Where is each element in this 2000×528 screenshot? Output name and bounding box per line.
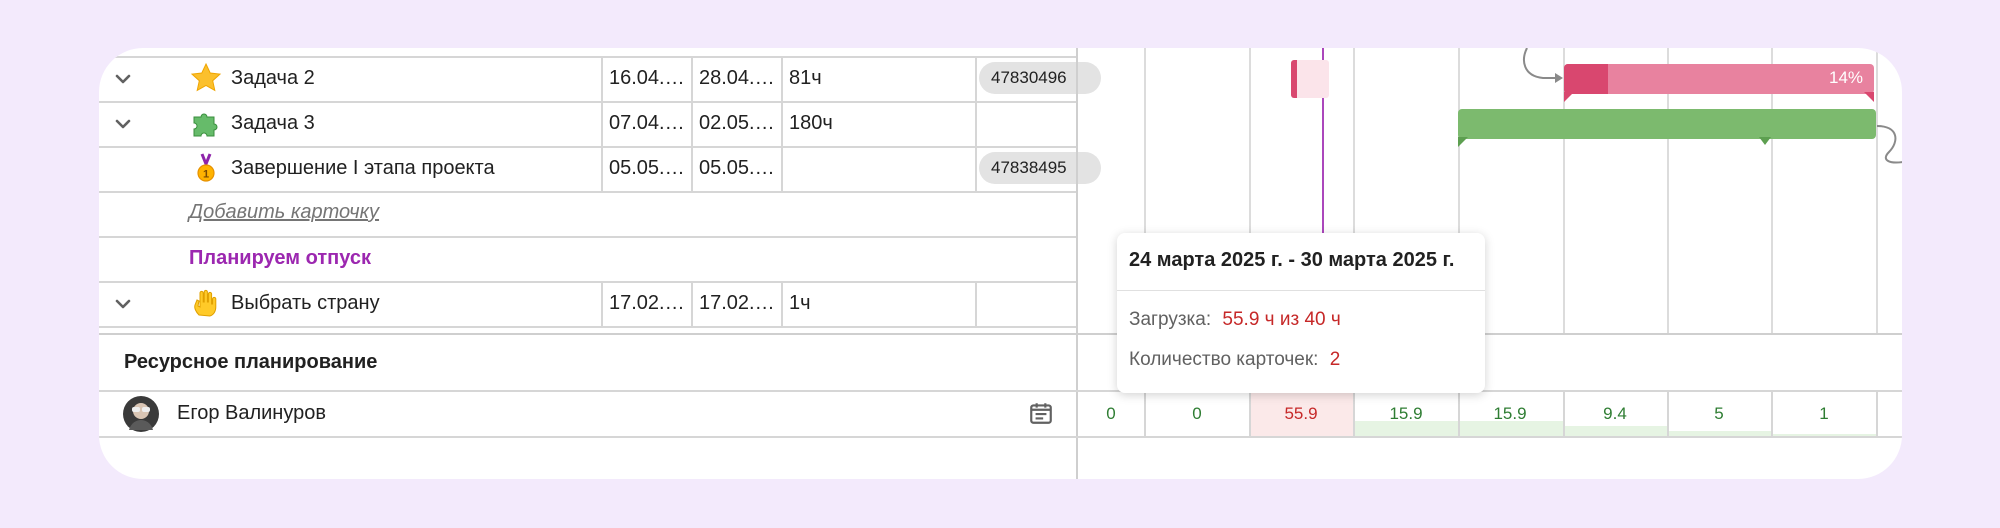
load-value[interactable]: 55.9 [1251,404,1351,424]
load-fill [1668,431,1771,436]
task-name[interactable]: Выбрать страну [231,292,380,315]
row-divider [99,146,1077,148]
load-value[interactable]: 5 [1669,404,1769,424]
puzzle-icon [193,113,218,137]
task-start-date[interactable]: 17.02.… [609,292,685,315]
gantt-bar-task3[interactable] [1458,109,1876,139]
bar-start-marker [1564,92,1574,102]
column-divider [601,281,603,328]
row-divider [99,191,1077,193]
gantt-bar-progress-label: 14% [1829,68,1864,87]
task-name[interactable]: Завершение I этапа проекта [231,157,495,180]
task-id-badge: 47830496 [979,62,1101,94]
load-value[interactable]: 15.9 [1356,404,1456,424]
row-divider [99,326,1077,328]
tooltip-load-line: Загрузка: 55.9 ч из 40 ч [1129,309,1341,331]
task-end-date[interactable]: 05.05.… [699,157,775,180]
task-start-date[interactable]: 07.04.… [609,112,685,135]
row-divider [99,236,1077,238]
tooltip-cards-label: Количество карточек: [1129,349,1319,370]
load-value[interactable]: 9.4 [1565,404,1665,424]
chevron-down-icon[interactable] [111,112,135,136]
tooltip-load-label: Загрузка: [1129,309,1212,330]
medal-icon: 1 [197,153,215,182]
add-card-link[interactable]: Добавить карточку [189,201,379,224]
task-id-badge: 47838495 [979,152,1101,184]
task-start-date[interactable]: 16.04.… [609,67,685,90]
task-end-date[interactable]: 02.05.… [699,112,775,135]
load-fill [1564,426,1667,436]
gantt-bar-task2-progress [1564,64,1608,94]
tooltip-cards-line: Количество карточек: 2 [1129,349,1340,371]
group-title[interactable]: Планируем отпуск [189,247,371,270]
tooltip-cards-value: 2 [1329,349,1341,370]
load-cell-divider [1771,392,1773,436]
resource-person-name[interactable]: Егор Валинуров [177,402,326,425]
load-fill [1772,434,1876,436]
load-cell-divider [1876,392,1878,436]
svg-text:1: 1 [203,169,209,181]
bar-marker [1759,137,1771,145]
load-value[interactable]: 1 [1774,404,1874,424]
column-divider [975,56,977,193]
column-divider [691,56,693,193]
tooltip-title: 24 марта 2025 г. - 30 марта 2025 г. [1129,249,1455,271]
avatar[interactable] [123,396,159,432]
chevron-down-icon[interactable] [111,292,135,316]
task-start-date[interactable]: 05.05.… [609,157,685,180]
gantt-grid-line [1876,48,1878,334]
load-cell-divider [1353,392,1355,436]
task-name[interactable]: Задача 2 [231,67,315,90]
bar-end-marker [1864,92,1874,102]
column-divider [781,281,783,328]
section-divider [99,333,1902,335]
column-divider [601,56,603,193]
row-divider [99,281,1077,283]
resource-planning-title: Ресурсное планирование [124,351,378,373]
tooltip-load-value: 55.9 ч из 40 ч [1222,309,1341,330]
task-name[interactable]: Задача 3 [231,112,315,135]
gantt-bar-small[interactable] [1291,60,1329,98]
bar-start-marker [1458,137,1468,147]
task-hours[interactable]: 180ч [789,112,833,135]
load-value[interactable]: 0 [1061,404,1161,424]
row-divider [99,390,1902,392]
calendar-icon[interactable] [1028,400,1054,426]
load-value[interactable]: 0 [1147,404,1247,424]
gantt-bar-task2[interactable] [1564,64,1874,94]
row-divider [99,56,1077,58]
project-card: Задача 2 16.04.… 28.04.… 81ч 47830496 За… [99,48,1902,479]
load-value[interactable]: 15.9 [1460,404,1560,424]
task-hours[interactable]: 1ч [789,292,811,315]
row-divider [99,101,1077,103]
star-icon [190,62,222,92]
column-divider [975,281,977,328]
task-end-date[interactable]: 28.04.… [699,67,775,90]
chevron-down-icon[interactable] [111,67,135,91]
column-divider [781,56,783,193]
load-tooltip: 24 марта 2025 г. - 30 марта 2025 г. Загр… [1117,233,1485,393]
tooltip-divider [1117,290,1485,291]
task-hours[interactable]: 81ч [789,67,822,90]
hand-icon [194,289,217,317]
column-divider [691,281,693,328]
task-end-date[interactable]: 17.02.… [699,292,775,315]
row-divider [99,436,1902,438]
